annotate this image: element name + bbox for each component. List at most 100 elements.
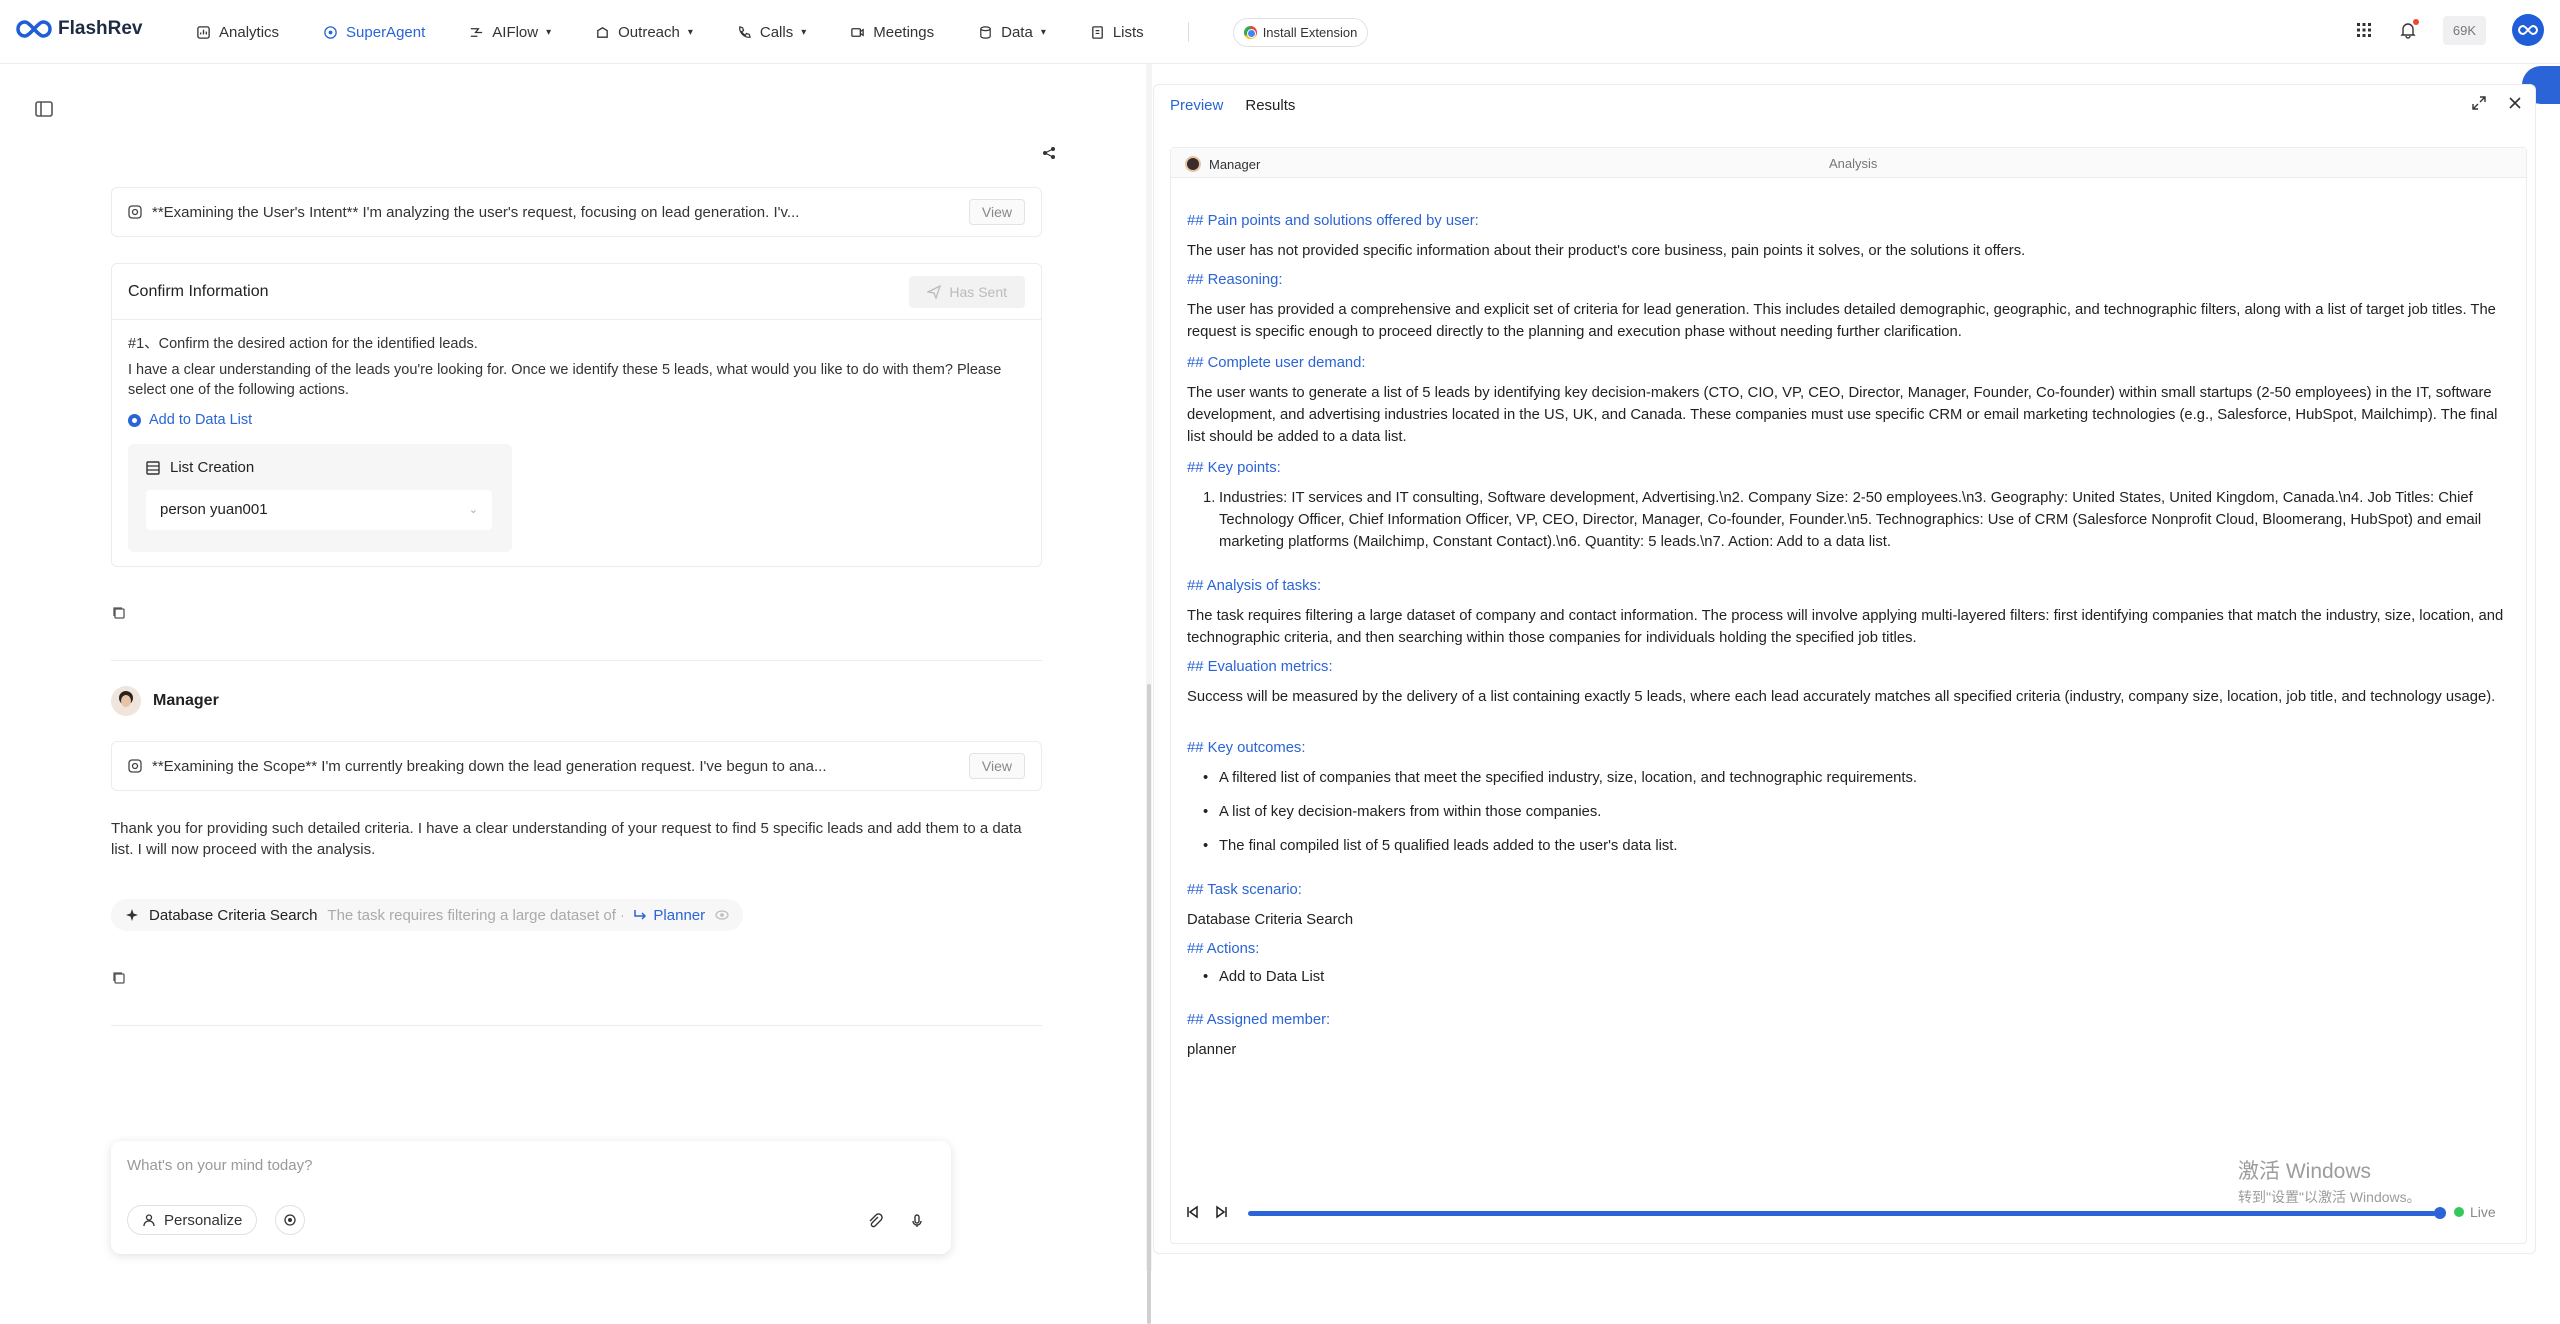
manager-avatar xyxy=(111,686,141,716)
manager-header: Manager xyxy=(111,686,219,716)
analytics-icon xyxy=(197,25,210,39)
nav-calls[interactable]: Calls ▾ xyxy=(737,24,806,41)
credits-badge[interactable]: 69K xyxy=(2442,15,2486,45)
flashrev-logo[interactable]: FlashRev xyxy=(16,18,142,40)
has-sent-button: Has Sent xyxy=(909,275,1025,308)
nav-data[interactable]: Data ▾ xyxy=(978,24,1046,41)
copy-icon[interactable] xyxy=(111,970,127,986)
copy-icon[interactable] xyxy=(111,605,127,621)
nav-divider xyxy=(1187,22,1189,42)
meetings-icon xyxy=(851,27,865,37)
bullet-dot: • xyxy=(1203,804,1209,820)
install-extension-button[interactable]: Install Extension xyxy=(1232,17,1369,47)
live-dot xyxy=(2454,1207,2464,1217)
task-name: Database Criteria Search xyxy=(149,906,318,924)
install-extension-label: Install Extension xyxy=(1262,24,1358,40)
tab-preview[interactable]: Preview xyxy=(1170,97,1223,114)
nav-aiflow-label: AIFlow xyxy=(492,23,539,41)
thinking-card-intent: **Examining the User's Intent** I'm anal… xyxy=(111,187,1042,237)
heading-assigned-member: ## Assigned member: xyxy=(1187,1012,1331,1028)
list-item-action: Add to Data List xyxy=(1219,969,1325,985)
microphone-icon[interactable] xyxy=(909,1213,925,1229)
expand-icon[interactable] xyxy=(2471,95,2487,111)
personalize-button[interactable]: Personalize xyxy=(127,1205,258,1235)
task-pill[interactable]: Database Criteria Search The task requir… xyxy=(111,899,744,931)
manager-reply: Thank you for providing such detailed cr… xyxy=(111,820,1022,858)
data-icon xyxy=(980,25,991,39)
option-add-to-data-list[interactable]: Add to Data List xyxy=(128,410,1025,430)
document-header-label: Analysis xyxy=(1829,156,1878,171)
bullet-dot: • xyxy=(1203,838,1209,854)
user-avatar[interactable] xyxy=(2512,14,2544,46)
main-nav: Analytics SuperAgent AIFlow ▾ Outreach ▾… xyxy=(196,0,1369,64)
nav-superagent[interactable]: SuperAgent xyxy=(323,24,425,41)
list-creation-box: List Creation person yuan001 ⌄ xyxy=(128,444,512,552)
nav-calls-label: Calls xyxy=(759,23,794,41)
text-analysis-of-tasks: The task requires filtering a large data… xyxy=(1187,608,2504,646)
analysis-document: Manager Analysis ## Pain points and solu… xyxy=(1170,147,2527,1244)
heading-key-points: ## Key points: xyxy=(1187,460,1281,476)
skip-back-icon[interactable] xyxy=(1184,1204,1200,1220)
radio-selected[interactable] xyxy=(128,413,141,427)
nav-outreach[interactable]: Outreach ▾ xyxy=(595,24,693,41)
chevron-down-icon: ⌄ xyxy=(468,504,478,516)
list-select-value: person yuan001 xyxy=(160,501,268,518)
aiflow-icon xyxy=(471,27,483,37)
bullet-dot: • xyxy=(1203,969,1209,985)
author-avatar xyxy=(1185,156,1201,172)
message-divider xyxy=(111,1025,1042,1026)
nav-analytics[interactable]: Analytics xyxy=(196,24,279,41)
nav-aiflow[interactable]: AIFlow ▾ xyxy=(469,24,551,41)
confirm-question: #1、Confirm the desired action for the id… xyxy=(128,336,478,352)
notification-bell-icon[interactable] xyxy=(2399,19,2419,39)
tab-results[interactable]: Results xyxy=(1245,97,1295,114)
view-button[interactable]: View xyxy=(968,753,1025,779)
view-button[interactable]: View xyxy=(968,199,1025,225)
message-divider xyxy=(111,660,1042,661)
confirm-body: #1、Confirm the desired action for the id… xyxy=(112,320,1041,566)
live-indicator[interactable]: Live xyxy=(2454,1204,2496,1220)
live-label: Live xyxy=(2470,1204,2496,1220)
heading-analysis-of-tasks: ## Analysis of tasks: xyxy=(1187,578,1322,594)
list-select[interactable]: person yuan001 ⌄ xyxy=(146,490,492,530)
chevron-down-icon: ▾ xyxy=(546,26,552,38)
preview-panel: Preview Results Manager Analysis ## Pain… xyxy=(1153,84,2536,1254)
chevron-down-icon: ▾ xyxy=(1040,26,1046,38)
brand-name: FlashRev xyxy=(58,18,143,39)
confirm-header: Confirm Information Has Sent xyxy=(112,264,1041,320)
chat-composer: What's on your mind today? Personalize xyxy=(111,1141,951,1254)
heading-pain-points: ## Pain points and solutions offered by … xyxy=(1187,213,1479,229)
nav-lists[interactable]: Lists xyxy=(1090,24,1144,41)
thinking-text: **Examining the Scope** I'm currently br… xyxy=(152,757,827,775)
apps-grid-icon[interactable] xyxy=(2355,21,2373,39)
heading-key-outcomes: ## Key outcomes: xyxy=(1187,740,1306,756)
heading-actions: ## Actions: xyxy=(1187,941,1260,957)
settings-button[interactable] xyxy=(275,1205,305,1235)
attach-icon[interactable] xyxy=(867,1213,883,1229)
planner-link[interactable]: Planner xyxy=(633,907,705,924)
pane-resizer[interactable] xyxy=(1146,64,1152,1324)
top-right-actions: 69K xyxy=(2355,14,2544,46)
share-icon[interactable] xyxy=(1042,146,1056,160)
text-task-scenario: Database Criteria Search xyxy=(1187,912,1354,928)
sidebar-toggle-icon[interactable] xyxy=(32,97,56,121)
list-item-outcome: The final compiled list of 5 qualified l… xyxy=(1219,838,1678,854)
playback-progress-handle[interactable] xyxy=(2434,1207,2446,1219)
close-icon[interactable] xyxy=(2507,95,2523,111)
calls-icon xyxy=(739,25,751,38)
eye-icon[interactable] xyxy=(715,908,729,922)
option-label: Add to Data List xyxy=(149,412,253,428)
skip-forward-icon[interactable] xyxy=(1214,1204,1230,1220)
document-header: Manager Analysis xyxy=(1171,148,2526,178)
author-name: Manager xyxy=(1209,156,1261,172)
planner-label: Planner xyxy=(653,906,706,924)
heading-evaluation-metrics: ## Evaluation metrics: xyxy=(1187,659,1333,675)
heading-complete-demand: ## Complete user demand: xyxy=(1187,355,1366,371)
heading-reasoning: ## Reasoning: xyxy=(1187,272,1283,288)
infinity-logo-icon xyxy=(16,20,52,38)
manager-name: Manager xyxy=(153,692,219,709)
composer-input[interactable]: What's on your mind today? xyxy=(127,1157,312,1174)
nav-meetings[interactable]: Meetings xyxy=(850,24,934,41)
top-navigation-bar: FlashRev Analytics SuperAgent AIFlow ▾ O… xyxy=(0,0,2560,64)
playback-progress-track[interactable] xyxy=(1248,1211,2436,1216)
